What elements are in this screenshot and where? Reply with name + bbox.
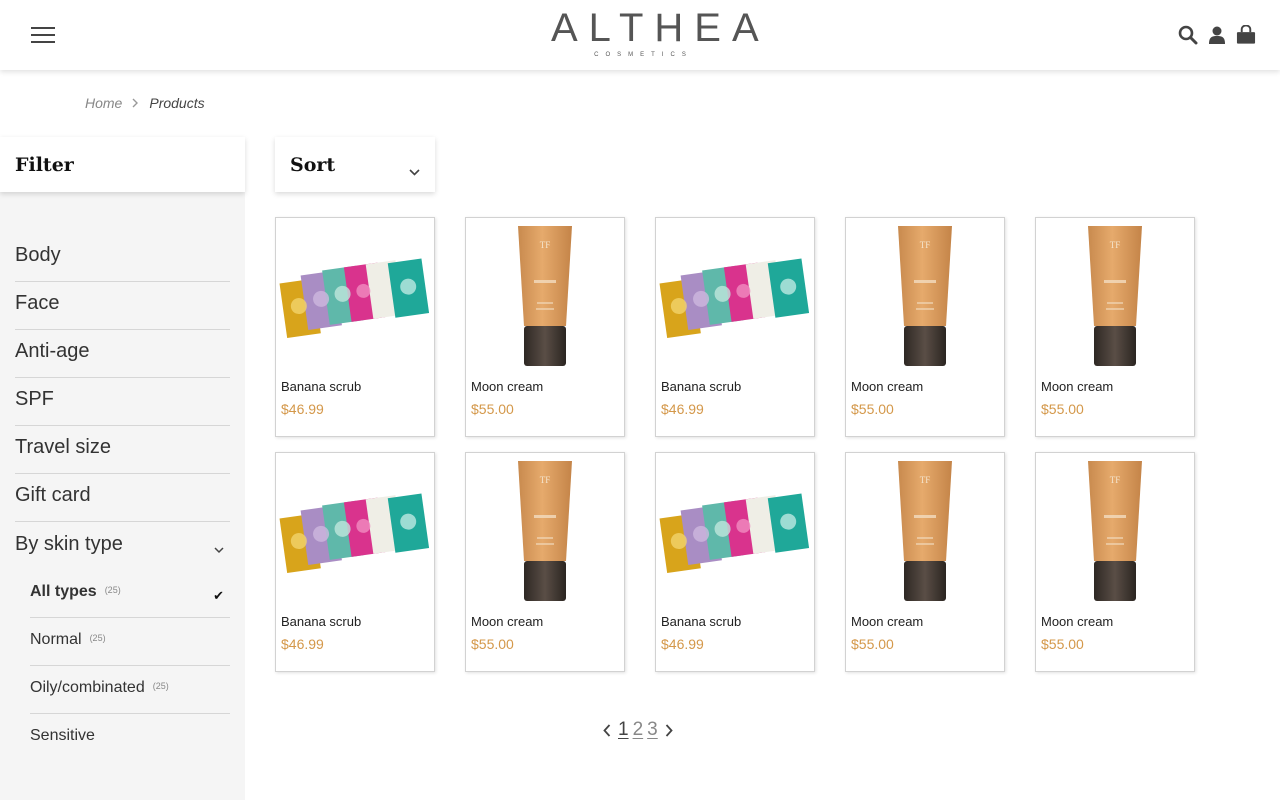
product-price: $46.99 — [661, 636, 704, 652]
skin-type-option-all[interactable]: All types (25) ✔ — [30, 570, 230, 618]
header-actions — [1178, 25, 1256, 45]
skin-type-option-sensitive[interactable]: Sensitive — [30, 714, 230, 762]
product-name: Moon cream — [851, 379, 924, 394]
option-count: (25) — [152, 681, 169, 691]
filter-title: Filter — [0, 137, 245, 192]
filter-sidebar: Filter Body Face Anti-age SPF Travel siz… — [0, 137, 245, 800]
product-name: Moon cream — [1041, 614, 1114, 629]
product-price: $55.00 — [471, 636, 514, 652]
product-card[interactable]: Moon cream $55.00 — [465, 217, 625, 437]
product-image — [898, 226, 952, 366]
product-name: Moon cream — [471, 379, 544, 394]
breadcrumb-home-link[interactable]: Home — [85, 95, 122, 111]
product-image — [1088, 461, 1142, 601]
option-label: Normal — [30, 630, 82, 648]
option-label: Sensitive — [30, 727, 95, 744]
product-price: $46.99 — [281, 636, 324, 652]
product-card[interactable]: Moon cream $55.00 — [1035, 452, 1195, 672]
product-price: $55.00 — [471, 401, 514, 417]
product-name: Banana scrub — [281, 379, 362, 394]
product-name: Banana scrub — [661, 379, 742, 394]
skin-type-toggle[interactable]: By skin type — [15, 522, 230, 570]
product-price: $55.00 — [851, 636, 894, 652]
chevron-right-icon[interactable] — [662, 723, 676, 737]
product-card[interactable]: Banana scrub $46.99 — [655, 452, 815, 672]
product-card[interactable]: Moon cream $55.00 — [845, 452, 1005, 672]
hamburger-menu-icon[interactable] — [31, 27, 55, 45]
page-link-1[interactable]: 1 — [618, 719, 629, 741]
breadcrumb-chevron-icon — [132, 95, 139, 111]
product-image — [1088, 226, 1142, 366]
pagination: 1 2 3 — [600, 719, 676, 741]
product-image — [278, 256, 430, 338]
product-card[interactable]: Moon cream $55.00 — [845, 217, 1005, 437]
product-name: Moon cream — [471, 614, 544, 629]
category-item-anti-age[interactable]: Anti-age — [15, 330, 230, 378]
user-icon[interactable] — [1207, 25, 1227, 45]
product-card[interactable]: Moon cream $55.00 — [465, 452, 625, 672]
skin-type-options: All types (25) ✔ Normal (25) Oily/combin… — [30, 570, 230, 762]
option-count: (25) — [89, 633, 106, 643]
category-item-spf[interactable]: SPF — [15, 378, 230, 426]
site-logo[interactable]: ALTHEA COSMETICS — [540, 6, 770, 58]
product-card[interactable]: Moon cream $55.00 — [1035, 217, 1195, 437]
shopping-bag-icon[interactable] — [1236, 25, 1256, 45]
product-name: Banana scrub — [281, 614, 362, 629]
product-price: $55.00 — [1041, 636, 1084, 652]
breadcrumb: Home Products — [85, 95, 205, 111]
logo-text: ALTHEA — [551, 6, 770, 50]
skin-type-option-normal[interactable]: Normal (25) — [30, 618, 230, 666]
checkmark-icon: ✔ — [213, 588, 224, 603]
category-list: Body Face Anti-age SPF Travel size Gift … — [15, 234, 230, 570]
product-card[interactable]: Banana scrub $46.99 — [275, 217, 435, 437]
product-image — [278, 491, 430, 573]
page-link-3[interactable]: 3 — [647, 719, 658, 741]
site-header: ALTHEA COSMETICS — [0, 0, 1280, 70]
product-card[interactable]: Banana scrub $46.99 — [275, 452, 435, 672]
category-item-body[interactable]: Body — [15, 234, 230, 282]
option-label: All types — [30, 582, 97, 600]
product-image — [898, 461, 952, 601]
skin-type-option-oily[interactable]: Oily/combinated (25) — [30, 666, 230, 714]
product-image — [518, 461, 572, 601]
logo-subtitle: COSMETICS — [594, 52, 693, 58]
breadcrumb-current: Products — [149, 95, 205, 111]
product-name: Moon cream — [851, 614, 924, 629]
search-icon[interactable] — [1178, 25, 1198, 45]
sort-label: Sort — [290, 154, 336, 176]
skin-type-label: By skin type — [15, 533, 123, 555]
product-image — [518, 226, 572, 366]
sort-dropdown[interactable]: Sort — [275, 137, 435, 192]
category-item-travel-size[interactable]: Travel size — [15, 426, 230, 474]
chevron-down-icon — [409, 159, 420, 181]
option-label: Oily/combinated — [30, 678, 145, 696]
product-price: $55.00 — [1041, 401, 1084, 417]
page-link-2[interactable]: 2 — [633, 719, 644, 741]
product-image — [658, 256, 810, 338]
product-image — [658, 491, 810, 573]
option-count: (25) — [104, 585, 121, 595]
category-item-face[interactable]: Face — [15, 282, 230, 330]
product-name: Banana scrub — [661, 614, 742, 629]
product-name: Moon cream — [1041, 379, 1114, 394]
product-card[interactable]: Banana scrub $46.99 — [655, 217, 815, 437]
product-price: $46.99 — [281, 401, 324, 417]
chevron-down-icon — [214, 537, 224, 570]
product-price: $55.00 — [851, 401, 894, 417]
category-item-gift-card[interactable]: Gift card — [15, 474, 230, 522]
product-price: $46.99 — [661, 401, 704, 417]
chevron-left-icon[interactable] — [600, 723, 614, 737]
